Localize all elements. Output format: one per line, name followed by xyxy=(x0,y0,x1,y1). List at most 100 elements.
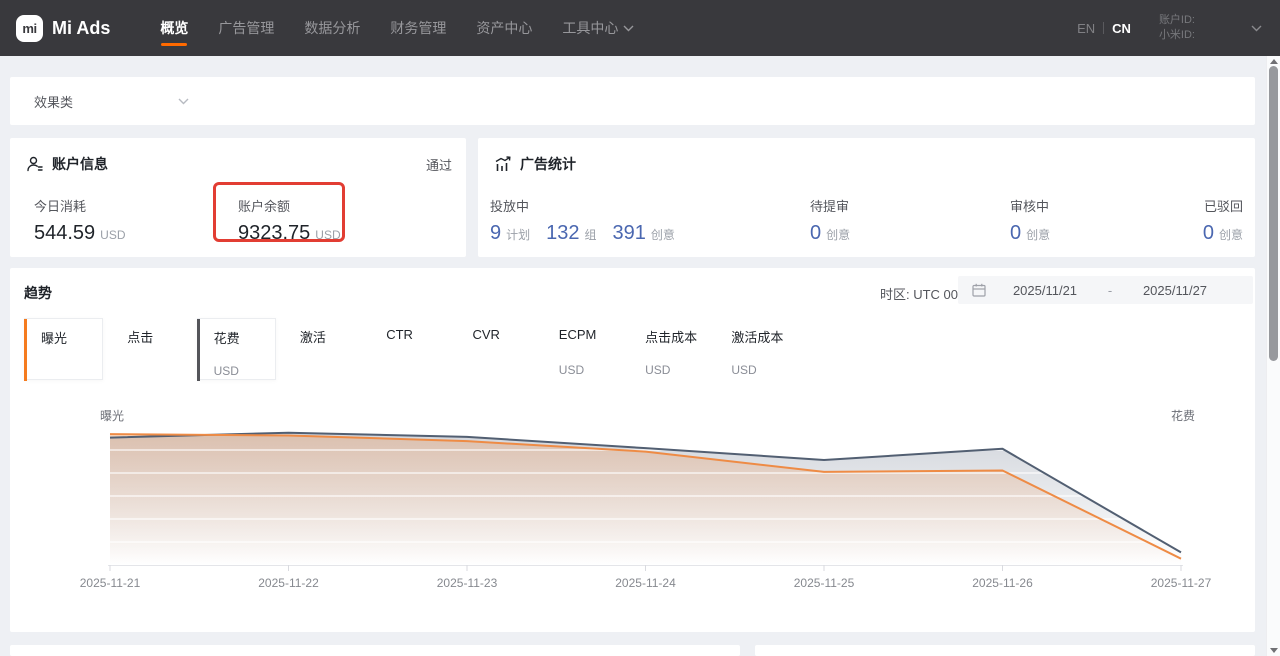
account-id-label: 账户ID: xyxy=(1159,13,1195,28)
metric-tab-label: CTR xyxy=(386,327,448,342)
xiaomi-id-label: 小米ID: xyxy=(1159,28,1195,43)
scrollbar-thumb[interactable] xyxy=(1269,66,1278,361)
ad-stats-metric-unit: 组 xyxy=(585,226,597,243)
nav-item-1[interactable]: 广告管理 xyxy=(218,0,274,56)
mi-logo-icon: mi xyxy=(16,15,43,42)
account-chevron-down-icon[interactable] xyxy=(1251,25,1262,32)
metric-tab-8[interactable]: 激活成本 USD xyxy=(714,318,793,380)
lang-cn-button[interactable]: CN xyxy=(1112,21,1131,36)
metric-tab-label: 激活 xyxy=(300,327,362,346)
filter-bar: 效果类 xyxy=(10,77,1255,125)
ad-stats-metric-value: 0 xyxy=(1010,222,1021,245)
navbar-right: EN CN 账户ID: 小米ID: xyxy=(1077,0,1262,56)
date-range-start[interactable]: 2025/11/21 xyxy=(986,283,1104,298)
x-axis-tick-label: 2025-11-24 xyxy=(601,576,691,590)
lang-divider xyxy=(1103,22,1104,34)
metric-tab-unit: USD xyxy=(645,363,670,377)
ad-stats-metric-value: 9 xyxy=(490,222,501,245)
brand-name: Mi Ads xyxy=(52,18,110,39)
scrollbar-down-arrow[interactable] xyxy=(1270,648,1278,653)
metric-tab-bar: 曝光 点击 花费 USD 激活 CTR CVR ECPMUSD 点击成本 USD 激活成本 USD xyxy=(10,318,1255,380)
calendar-icon xyxy=(972,283,986,297)
ad-stats-group-3: 已驳回 0 创意 xyxy=(1203,196,1243,245)
nav-item-label: 广告管理 xyxy=(218,18,274,38)
ad-stats-metric: 132 组 xyxy=(546,222,596,245)
ad-stats-title: 广告统计 xyxy=(520,154,576,174)
today-spend-unit: USD xyxy=(100,228,125,242)
metric-tab-2[interactable]: 花费 USD xyxy=(197,318,276,380)
metric-tab-3[interactable]: 激活 xyxy=(283,318,362,380)
ad-type-select[interactable]: 效果类 xyxy=(34,92,189,111)
balance-value: 9323.75 xyxy=(238,222,310,245)
user-icon xyxy=(26,155,44,173)
ad-stats-metric: 0 创意 xyxy=(1010,222,1050,245)
x-axis-tick-label: 2025-11-22 xyxy=(244,576,334,590)
trend-chart xyxy=(108,420,1183,572)
metric-tab-label: 激活成本 xyxy=(731,327,793,346)
ad-stats-card: 广告统计 投放中9计划132组391创意待提审0创意审核中0创意已驳回0创意 xyxy=(478,138,1255,257)
metric-tab-7[interactable]: 点击成本 USD xyxy=(628,318,707,380)
metric-tab-label: 曝光 xyxy=(41,328,102,347)
ad-type-select-value: 效果类 xyxy=(34,92,73,111)
nav-item-0[interactable]: 概览 xyxy=(160,0,188,56)
metric-tab-0[interactable]: 曝光 xyxy=(24,318,103,380)
chevron-down-icon xyxy=(623,25,634,32)
ad-stats-metric: 0 创意 xyxy=(810,222,850,245)
metric-tab-1[interactable]: 点击 xyxy=(110,318,189,380)
metric-tab-label: 花费 xyxy=(214,328,275,347)
top-navbar: mi Mi Ads 概览 广告管理 数据分析 财务管理 资产中心 工具中心 EN CN 账… xyxy=(0,0,1280,56)
ad-stats-group-1: 待提审0创意 xyxy=(810,196,850,245)
x-axis-tick-label: 2025-11-27 xyxy=(1136,576,1226,590)
ad-stats-group-2: 审核中0创意 xyxy=(1010,196,1050,245)
metric-tab-6[interactable]: ECPMUSD xyxy=(542,318,621,380)
metric-tab-unit: USD xyxy=(214,364,239,378)
ad-stats-metric-unit: 创意 xyxy=(1219,226,1243,243)
today-spend-value: 544.59 xyxy=(34,222,95,245)
ad-stats-metric-value: 132 xyxy=(546,222,579,245)
metric-tab-accent-bar xyxy=(24,319,27,381)
ad-stats-group-label: 投放中 xyxy=(490,196,675,215)
x-axis-tick-label: 2025-11-25 xyxy=(779,576,869,590)
ad-stats-metric-unit: 创意 xyxy=(826,226,850,243)
nav-item-5[interactable]: 工具中心 xyxy=(562,0,634,56)
ad-stats-metric-value: 0 xyxy=(1203,222,1214,245)
nav-item-label: 数据分析 xyxy=(304,18,360,38)
metric-tab-4[interactable]: CTR xyxy=(369,318,448,380)
x-axis-tick-label: 2025-11-26 xyxy=(958,576,1048,590)
metric-tab-label: ECPM xyxy=(559,327,621,342)
metric-tab-5[interactable]: CVR xyxy=(456,318,535,380)
scrollbar-up-arrow[interactable] xyxy=(1270,59,1278,64)
ad-stats-metric: 9计划 xyxy=(490,222,530,245)
nav-item-3[interactable]: 财务管理 xyxy=(390,0,446,56)
language-switch: EN CN xyxy=(1077,21,1131,36)
metric-tab-label: 点击 xyxy=(127,327,189,346)
nav-item-2[interactable]: 数据分析 xyxy=(304,0,360,56)
ad-stats-group-label: 已驳回 xyxy=(1203,196,1243,215)
main-nav: 概览 广告管理 数据分析 财务管理 资产中心 工具中心 xyxy=(160,0,634,56)
trend-card: 趋势 时区: UTC 00:00 2025/11/21 - 2025/11/27… xyxy=(10,268,1255,632)
metric-tab-unit: USD xyxy=(731,363,756,377)
metric-tab-label: 点击成本 xyxy=(645,327,707,346)
vertical-scrollbar[interactable] xyxy=(1266,56,1280,656)
lang-en-button[interactable]: EN xyxy=(1077,21,1095,36)
account-ids: 账户ID: 小米ID: xyxy=(1159,13,1195,43)
chart-x-axis-labels: 2025-11-212025-11-222025-11-232025-11-24… xyxy=(108,576,1183,592)
date-range-picker[interactable]: 2025/11/21 - 2025/11/27 xyxy=(958,276,1253,304)
x-axis-tick-label: 2025-11-21 xyxy=(65,576,155,590)
nav-item-label: 工具中心 xyxy=(562,18,618,38)
ad-stats-metric-value: 0 xyxy=(810,222,821,245)
bar-chart-icon xyxy=(494,155,512,173)
ad-stats-metric-unit: 创意 xyxy=(1026,226,1050,243)
ad-stats-metric: 0 创意 xyxy=(1203,222,1243,245)
ad-stats-header: 广告统计 xyxy=(478,138,1255,174)
nav-item-label: 资产中心 xyxy=(476,18,532,38)
date-range-end[interactable]: 2025/11/27 xyxy=(1116,283,1234,298)
ad-stats-metric-unit: 创意 xyxy=(651,226,675,243)
account-info-header: 账户信息 xyxy=(10,138,466,174)
nav-item-label: 概览 xyxy=(160,18,188,38)
trend-title: 趋势 xyxy=(24,283,52,303)
x-axis-tick-label: 2025-11-23 xyxy=(422,576,512,590)
ad-stats-group-0: 投放中9计划132组391创意 xyxy=(490,196,675,245)
nav-item-4[interactable]: 资产中心 xyxy=(476,0,532,56)
metric-tab-label: CVR xyxy=(473,327,535,342)
